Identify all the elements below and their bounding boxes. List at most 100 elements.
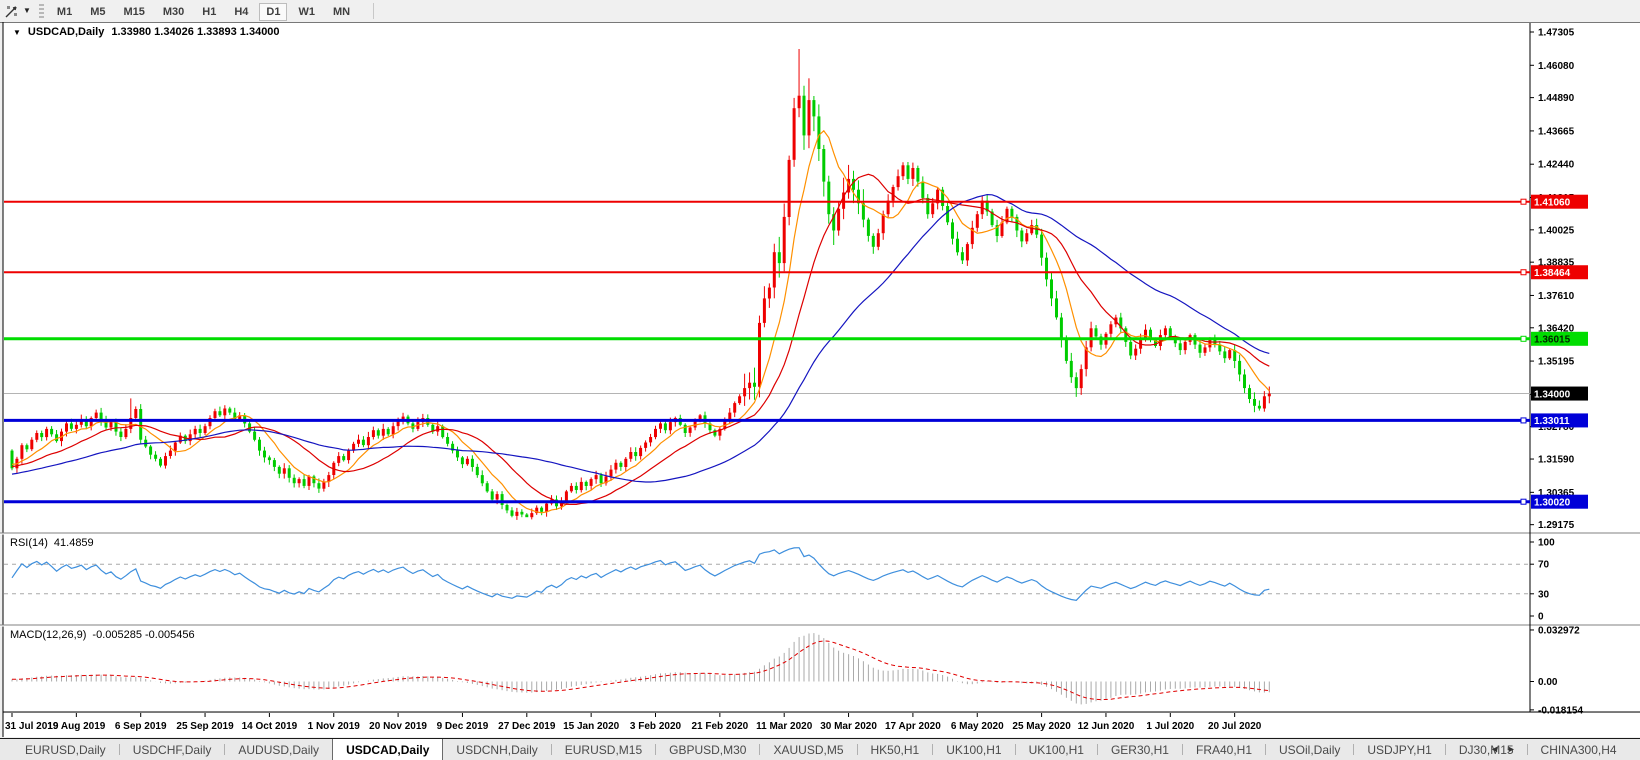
pivot-level-price-chip-text: 1.36015	[1534, 335, 1571, 346]
candle-body	[995, 225, 999, 236]
candle-body	[426, 418, 430, 425]
candle-body	[490, 491, 494, 500]
date-label: 9 Dec 2019	[437, 721, 489, 732]
candle-body	[654, 428, 657, 438]
candle-body	[1168, 328, 1172, 337]
candle-body	[10, 450, 14, 469]
candle-body	[866, 219, 870, 236]
timeframe-button-m30[interactable]: M30	[156, 3, 191, 21]
chart-tab-uk100-h1[interactable]: UK100,H1	[1016, 739, 1097, 760]
timeframe-buttons: M1 M5 M15 M30 H1 H4 D1 W1 MN	[48, 2, 359, 21]
timeframe-button-m15[interactable]: M15	[116, 3, 151, 21]
resistance-level-anchor[interactable]	[1520, 198, 1527, 205]
candle-body	[525, 514, 529, 518]
chart-tab-ger30-h1[interactable]: GER30,H1	[1098, 739, 1182, 760]
current-price-price-chip-text: 1.34000	[1534, 389, 1571, 400]
candle-body	[1089, 328, 1093, 348]
chart-tab-audusd-daily[interactable]: AUDUSD,Daily	[225, 739, 332, 760]
chart-tab-gbpusd-m30[interactable]: GBPUSD,M30	[656, 739, 759, 760]
candle-body	[500, 494, 504, 505]
resistance-level-anchor[interactable]	[1520, 269, 1527, 276]
candle-body	[564, 491, 568, 501]
chart-tab-usdchf-daily[interactable]: USDCHF,Daily	[120, 739, 225, 760]
support-level-price-chip	[1531, 494, 1588, 509]
candle-body	[762, 298, 766, 323]
candle-body	[1119, 317, 1123, 329]
chart-tab-uk100-h1[interactable]: UK100,H1	[933, 739, 1014, 760]
price-tick-label: 1.40025	[1538, 225, 1575, 236]
price-tick-label: 1.42440	[1538, 160, 1575, 171]
chart-tab-eurusd-daily[interactable]: EURUSD,Daily	[12, 739, 119, 760]
candle-body	[282, 468, 286, 474]
chart-tab-usoil-daily[interactable]: USOil,Daily	[1266, 739, 1353, 760]
timeframe-toolbar: ▼ M1 M5 M15 M30 H1 H4 D1 W1 MN	[0, 0, 1640, 22]
timeframe-button-m1[interactable]: M1	[50, 3, 79, 21]
candle-body	[109, 422, 113, 428]
date-label: 31 Jul 2019	[5, 721, 59, 732]
timeframe-button-d1[interactable]: D1	[259, 3, 288, 21]
candle-body	[970, 227, 974, 245]
chart-tab-xauusd-m5[interactable]: XAUUSD,M5	[760, 739, 856, 760]
timeframe-button-h4[interactable]: H4	[227, 3, 255, 21]
chart-tab-hk50-h1[interactable]: HK50,H1	[858, 739, 933, 760]
candle-body	[332, 462, 336, 475]
timeframe-button-w1[interactable]: W1	[291, 3, 322, 21]
chart-tab-china300-h4[interactable]: CHINA300,H4	[1528, 739, 1630, 760]
tabs-scroll-right-icon[interactable]: ►	[1507, 738, 1516, 760]
candle-body	[208, 418, 212, 427]
candle-body	[104, 420, 108, 428]
candle-body	[421, 418, 425, 423]
candle-body	[396, 420, 400, 427]
chevron-down-icon[interactable]: ▼	[23, 3, 31, 19]
chart-tab-usdcnh-daily[interactable]: USDCNH,Daily	[443, 739, 550, 760]
candle-body	[956, 238, 959, 253]
price-tick-label: 1.41215	[1538, 193, 1575, 204]
chart-tab-fra40-h1[interactable]: FRA40,H1	[1183, 739, 1265, 760]
candle-body	[1257, 405, 1261, 409]
candle-body	[1010, 208, 1014, 217]
date-label: 17 Apr 2020	[885, 721, 941, 732]
timeframe-button-m5[interactable]: M5	[83, 3, 112, 21]
date-label: 1 Nov 2019	[308, 721, 361, 732]
triangle-down-icon[interactable]: ▼	[13, 28, 21, 37]
candle-body	[386, 428, 390, 435]
macd-tick-label: -0.018154	[1538, 705, 1583, 716]
candle-body	[1030, 225, 1034, 234]
pivot-level-anchor[interactable]	[1520, 335, 1527, 342]
timeframe-button-mn[interactable]: MN	[326, 3, 357, 21]
chart-tab-bar: EURUSD,Daily USDCHF,Daily AUDUSD,Daily USDC…	[0, 738, 1640, 760]
tabs-scroll-left-icon[interactable]: ◄	[1490, 738, 1499, 760]
support-level-anchor[interactable]	[1520, 498, 1527, 505]
candle-body	[60, 431, 63, 442]
support-level-anchor[interactable]	[1520, 417, 1527, 424]
candle-body	[198, 428, 202, 433]
candle-body	[30, 439, 34, 450]
candle-body	[723, 420, 727, 429]
ma-fast-line	[11, 129, 1270, 514]
candle-body	[678, 418, 682, 425]
chart-tab-usdjpy-h1[interactable]: USDJPY,H1	[1354, 739, 1444, 760]
chart-canvas: 1.47305 1.46080 1.44890 1.43665 1.42440 1.412…	[0, 21, 1640, 737]
candle-body	[144, 439, 148, 447]
candle-body	[1114, 317, 1118, 325]
candle-body	[832, 214, 836, 231]
candle-body	[129, 418, 133, 429]
candle-body	[960, 252, 964, 261]
candle-body	[233, 412, 237, 420]
candle-body	[1149, 329, 1152, 340]
date-axis-background	[3, 713, 1640, 737]
candle-body	[668, 422, 672, 431]
rsi-indicator-label: RSI(14) 41.4859	[10, 537, 94, 549]
chart-tab-usdcad-daily[interactable]: USDCAD,Daily	[332, 739, 444, 760]
timeframe-button-h1[interactable]: H1	[195, 3, 223, 21]
candle-body	[812, 100, 816, 117]
candle-body	[1005, 208, 1009, 223]
crosshair-cursor-icon[interactable]	[3, 3, 21, 19]
candle-body	[659, 423, 662, 429]
candle-body	[1134, 348, 1138, 356]
toolbar-drag-handle[interactable]	[38, 4, 44, 18]
candle-body	[228, 408, 232, 413]
candle-body	[886, 200, 890, 215]
chart-tab-eurusd-m15[interactable]: EURUSD,M15	[552, 739, 655, 760]
candle-body	[535, 507, 539, 514]
